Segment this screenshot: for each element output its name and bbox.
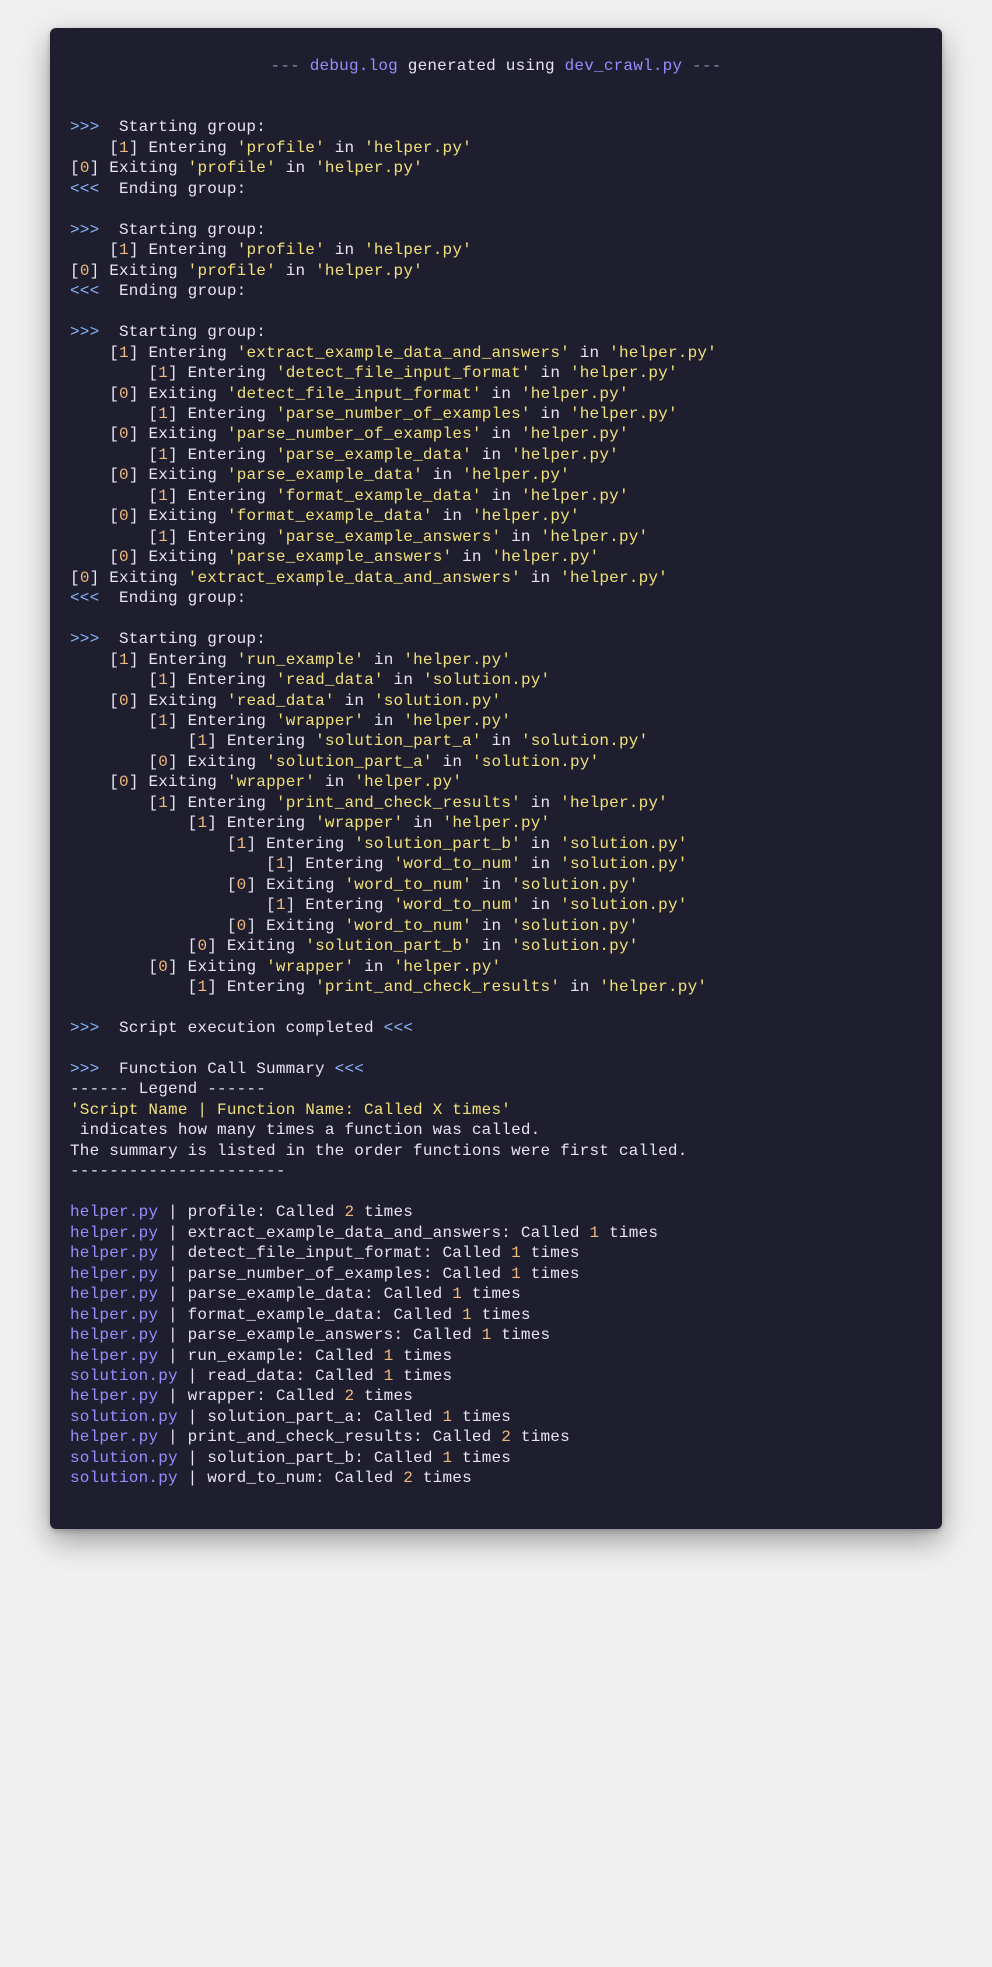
exec-complete: >>> Script execution completed <<< <box>70 1019 413 1037</box>
summary-row: solution.py | read_data: Called 1 times <box>70 1367 452 1385</box>
summary-row: helper.py | profile: Called 2 times <box>70 1203 413 1221</box>
enter-line: [1] Entering 'run_example' in 'helper.py… <box>70 651 511 669</box>
enter-line: [1] Entering 'wrapper' in 'helper.py' <box>70 814 550 832</box>
exit-line: [0] Exiting 'solution_part_a' in 'soluti… <box>70 753 599 771</box>
group-start: >>> Starting group: <box>70 323 266 341</box>
summary-row: helper.py | detect_file_input_format: Ca… <box>70 1244 580 1262</box>
exit-line: [0] Exiting 'detect_file_input_format' i… <box>70 385 629 403</box>
summary-row: helper.py | extract_example_data_and_ans… <box>70 1224 658 1242</box>
summary-row: solution.py | solution_part_a: Called 1 … <box>70 1408 511 1426</box>
summary-row: helper.py | wrapper: Called 2 times <box>70 1387 413 1405</box>
enter-line: [1] Entering 'solution_part_b' in 'solut… <box>70 835 688 853</box>
enter-line: [1] Entering 'profile' in 'helper.py' <box>70 241 472 259</box>
enter-line: [1] Entering 'word_to_num' in 'solution.… <box>70 896 688 914</box>
exit-line: [0] Exiting 'profile' in 'helper.py' <box>70 262 423 280</box>
enter-line: [1] Entering 'word_to_num' in 'solution.… <box>70 855 688 873</box>
enter-line: [1] Entering 'profile' in 'helper.py' <box>70 139 472 157</box>
summary-row: helper.py | parse_example_data: Called 1… <box>70 1285 521 1303</box>
enter-line: [1] Entering 'read_data' in 'solution.py… <box>70 671 550 689</box>
summary-row: solution.py | solution_part_b: Called 1 … <box>70 1449 511 1467</box>
enter-line: [1] Entering 'extract_example_data_and_a… <box>70 344 717 362</box>
enter-line: [1] Entering 'format_example_data' in 'h… <box>70 487 629 505</box>
exit-line: [0] Exiting 'extract_example_data_and_an… <box>70 569 668 587</box>
group-end: <<< Ending group: <box>70 282 246 300</box>
summary-row: helper.py | run_example: Called 1 times <box>70 1347 452 1365</box>
enter-line: [1] Entering 'parse_example_data' in 'he… <box>70 446 619 464</box>
exit-line: [0] Exiting 'parse_example_answers' in '… <box>70 548 599 566</box>
summary-row: solution.py | word_to_num: Called 2 time… <box>70 1469 472 1487</box>
exit-line: [0] Exiting 'word_to_num' in 'solution.p… <box>70 917 639 935</box>
exit-line: [0] Exiting 'wrapper' in 'helper.py' <box>70 773 462 791</box>
exit-line: [0] Exiting 'wrapper' in 'helper.py' <box>70 958 501 976</box>
enter-line: [1] Entering 'parse_number_of_examples' … <box>70 405 678 423</box>
enter-line: [1] Entering 'wrapper' in 'helper.py' <box>70 712 511 730</box>
terminal-output: --- debug.log generated using dev_crawl.… <box>50 28 942 1529</box>
enter-line: [1] Entering 'parse_example_answers' in … <box>70 528 648 546</box>
exit-line: [0] Exiting 'parse_example_data' in 'hel… <box>70 466 570 484</box>
summary-row: helper.py | parse_example_answers: Calle… <box>70 1326 550 1344</box>
exit-line: [0] Exiting 'parse_number_of_examples' i… <box>70 425 629 443</box>
exit-line: [0] Exiting 'word_to_num' in 'solution.p… <box>70 876 639 894</box>
enter-line: [1] Entering 'print_and_check_results' i… <box>70 978 707 996</box>
enter-line: [1] Entering 'print_and_check_results' i… <box>70 794 668 812</box>
group-start: >>> Starting group: <box>70 630 266 648</box>
legend-format: 'Script Name | Function Name: Called X t… <box>70 1101 511 1119</box>
group-end: <<< Ending group: <box>70 589 246 607</box>
exit-line: [0] Exiting 'solution_part_b' in 'soluti… <box>70 937 639 955</box>
enter-line: [1] Entering 'solution_part_a' in 'solut… <box>70 732 648 750</box>
summary-row: helper.py | print_and_check_results: Cal… <box>70 1428 570 1446</box>
exit-line: [0] Exiting 'profile' in 'helper.py' <box>70 159 423 177</box>
group-end: <<< Ending group: <box>70 180 246 198</box>
summary-row: helper.py | format_example_data: Called … <box>70 1306 531 1324</box>
log-header: --- debug.log generated using dev_crawl.… <box>70 56 922 76</box>
summary-header: >>> Function Call Summary <<< <box>70 1060 364 1078</box>
group-start: >>> Starting group: <box>70 221 266 239</box>
enter-line: [1] Entering 'detect_file_input_format' … <box>70 364 678 382</box>
exit-line: [0] Exiting 'format_example_data' in 'he… <box>70 507 580 525</box>
group-start: >>> Starting group: <box>70 118 266 136</box>
summary-row: helper.py | parse_number_of_examples: Ca… <box>70 1265 580 1283</box>
exit-line: [0] Exiting 'read_data' in 'solution.py' <box>70 692 501 710</box>
